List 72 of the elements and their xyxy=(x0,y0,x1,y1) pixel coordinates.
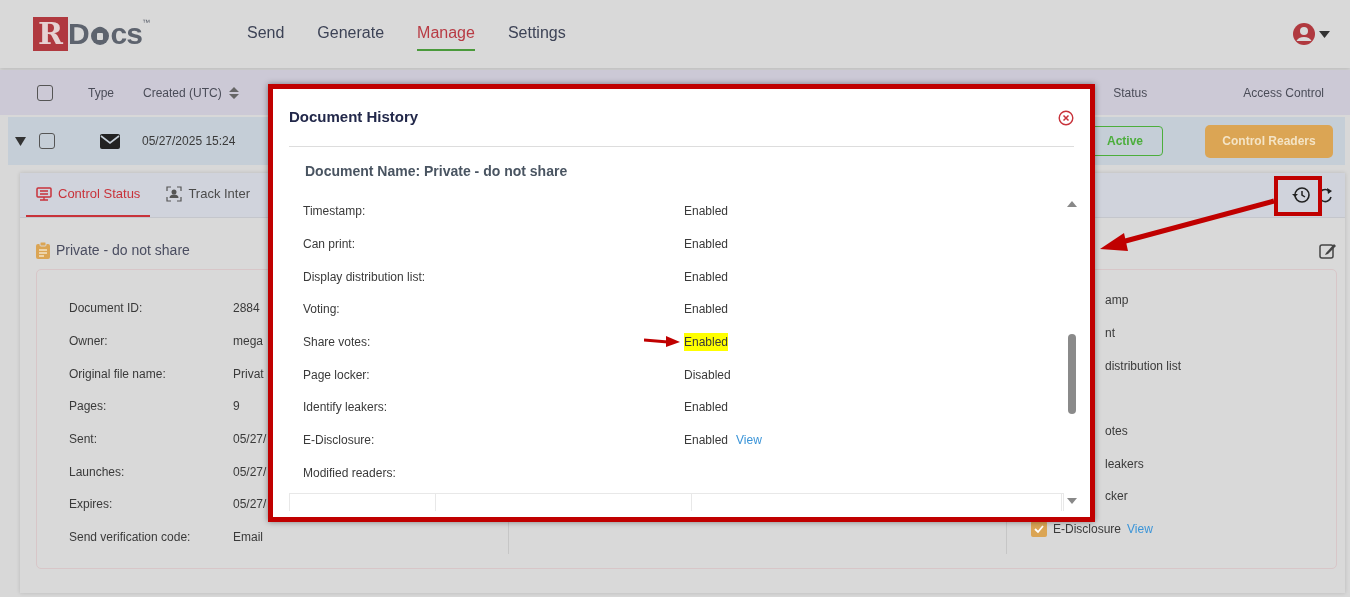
annotation-arrow xyxy=(644,335,680,347)
setting-value: Enabled xyxy=(684,301,729,319)
dialog-title: Document History xyxy=(289,107,419,128)
user-focus-icon xyxy=(166,186,183,202)
setting-value: Enabled xyxy=(684,399,729,417)
field-value: mega xyxy=(233,333,264,351)
field-value: 9 xyxy=(233,398,240,416)
select-all-checkbox[interactable] xyxy=(37,84,53,101)
setting-label: Identify leakers: xyxy=(303,400,388,415)
monitor-icon xyxy=(36,187,52,201)
field-label: Pages: xyxy=(69,398,108,416)
field-label: Sent: xyxy=(69,431,99,449)
column-header: Type xyxy=(88,84,114,102)
field-value: 05/27/ xyxy=(233,496,267,514)
field-value: 05/27/ xyxy=(233,431,267,449)
setting-label: E-Disclosure: xyxy=(303,433,375,448)
setting-value: Disabled xyxy=(684,366,731,384)
nav-link[interactable]: Generate xyxy=(317,17,385,51)
edit-icon[interactable] xyxy=(1319,242,1337,259)
setting-value: Enabled xyxy=(684,203,729,221)
table-cell-text: 05/27/2025 15:24 xyxy=(142,133,236,150)
field-label: Document ID: xyxy=(69,300,144,318)
field-label: Original file name: xyxy=(69,365,167,383)
field-label: Owner: xyxy=(69,333,109,351)
document-name: Document Name: Private - do not share xyxy=(289,146,1074,195)
option-label: distribution list xyxy=(1105,357,1182,375)
collapse-caret-icon[interactable] xyxy=(15,136,26,146)
option-label: E-Disclosure xyxy=(1053,521,1121,539)
clipboard-icon xyxy=(36,242,50,259)
setting-label: Page locker: xyxy=(303,367,370,382)
nav-link[interactable]: Send xyxy=(247,17,285,51)
option-label: nt xyxy=(1105,325,1115,343)
setting-value: Enabled xyxy=(684,236,729,254)
field-value: Email xyxy=(233,529,263,547)
setting-value: Enabled xyxy=(684,268,729,286)
option-label: otes xyxy=(1105,423,1128,441)
mail-icon xyxy=(100,133,120,149)
setting-label: Can print: xyxy=(303,237,356,252)
field-value: Privat xyxy=(233,365,264,383)
option-label: leakers xyxy=(1105,455,1144,473)
panel-tab[interactable]: Track Inter xyxy=(156,173,261,217)
document-title: Private - do not share xyxy=(56,241,190,260)
field-label: Expires: xyxy=(69,496,114,514)
setting-label: Modified readers: xyxy=(303,465,396,480)
nav-link[interactable]: Manage xyxy=(417,17,475,51)
setting-label: Share votes: xyxy=(303,335,371,350)
setting-label: Voting: xyxy=(303,302,340,317)
close-icon[interactable] xyxy=(1058,109,1074,126)
highlight-frame xyxy=(1274,176,1322,216)
user-avatar-icon[interactable] xyxy=(1292,22,1316,46)
column-header: Access Control xyxy=(1243,84,1324,102)
logo[interactable]: R D cs™ xyxy=(33,17,150,51)
sort-icon[interactable] xyxy=(227,85,240,100)
field-value: 05/27/ xyxy=(233,463,267,481)
field-value: 2884 xyxy=(233,300,260,318)
history-icon[interactable] xyxy=(1291,186,1311,204)
nav-link[interactable]: Settings xyxy=(507,17,566,51)
row-checkbox[interactable] xyxy=(39,133,55,149)
caret-icon[interactable] xyxy=(1319,30,1330,38)
view-link[interactable]: View xyxy=(736,431,762,450)
setting-value: Enabled xyxy=(684,333,729,352)
setting-value: Enabled xyxy=(684,432,729,450)
field-label: Launches: xyxy=(69,463,126,481)
panel-tab[interactable]: Control Status xyxy=(26,173,151,217)
setting-label: Timestamp: xyxy=(303,204,366,219)
setting-label: Display distribution list: xyxy=(303,269,426,284)
view-link[interactable]: View xyxy=(1127,520,1153,539)
option-label: cker xyxy=(1105,488,1128,506)
column-header: Status xyxy=(1113,84,1148,102)
option-label: amp xyxy=(1105,292,1129,310)
column-header: Created (UTC) xyxy=(143,84,222,102)
field-label: Send verification code: xyxy=(69,529,192,547)
